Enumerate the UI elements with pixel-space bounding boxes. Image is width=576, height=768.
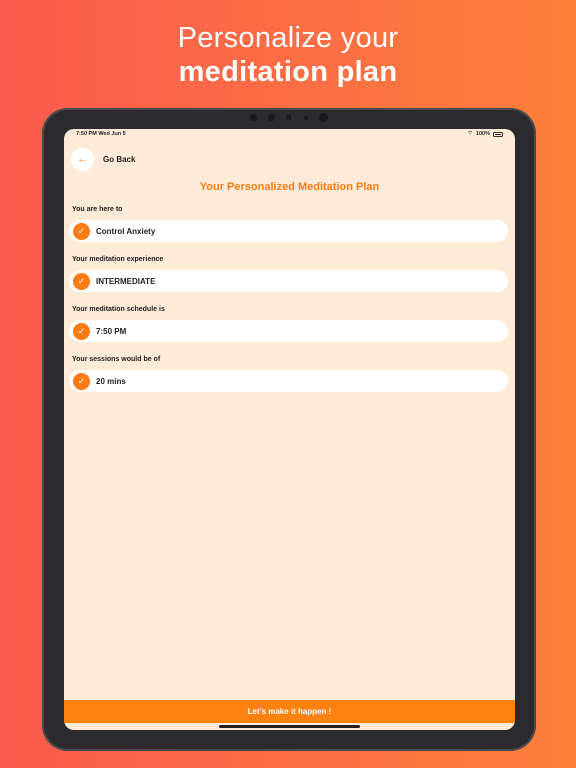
sensor-dot [268,114,275,121]
checkmark-icon: ✓ [73,222,90,240]
section-label: Your meditation schedule is [72,306,165,313]
home-indicator [219,725,360,728]
sensor-dot [304,116,308,120]
status-bar: 7:50 PM Wed Jun 5 ⌔ 100% [64,129,515,141]
plan-item-value: INTERMEDIATE [96,276,156,286]
front-camera [284,113,293,122]
sensor-dot [250,114,257,121]
checkmark-icon: ✓ [73,322,90,340]
page-title: Your Personalized Meditation Plan [199,181,380,193]
checkmark-icon: ✓ [73,272,90,290]
promo-headline-line2: meditation plan [178,56,398,88]
arrow-left-icon: ← [77,153,88,165]
section-label: Your meditation experience [72,256,164,263]
back-button[interactable]: ← [71,148,94,171]
battery-percent: 100% [475,131,490,137]
section-label: You are here to [72,206,123,213]
plan-item-experience[interactable]: ✓ INTERMEDIATE [69,270,508,292]
status-time: 7:50 PM Wed Jun 5 [76,131,126,137]
app-screen: 7:50 PM Wed Jun 5 ⌔ 100% ← Go Back Your … [64,129,515,730]
promo-headline-line1: Personalize your [177,22,399,54]
plan-item-value: Control Anxiety [96,226,156,236]
checkmark-icon: ✓ [73,372,90,390]
plan-item-session-length[interactable]: ✓ 20 mins [69,370,508,392]
wifi-icon: ⌔ [467,131,473,137]
status-right: ⌔ 100% [467,131,503,137]
make-it-happen-button[interactable]: Let’s make it happen ! [64,700,515,723]
plan-item-value: 7:50 PM [96,326,127,336]
battery-icon [493,131,503,137]
sensor-dot [319,113,328,122]
plan-item-goal[interactable]: ✓ Control Anxiety [69,220,508,242]
plan-item-value: 20 mins [96,376,126,386]
back-label[interactable]: Go Back [103,155,135,164]
section-label: Your sessions would be of [72,356,161,363]
plan-item-schedule[interactable]: ✓ 7:50 PM [69,320,508,342]
